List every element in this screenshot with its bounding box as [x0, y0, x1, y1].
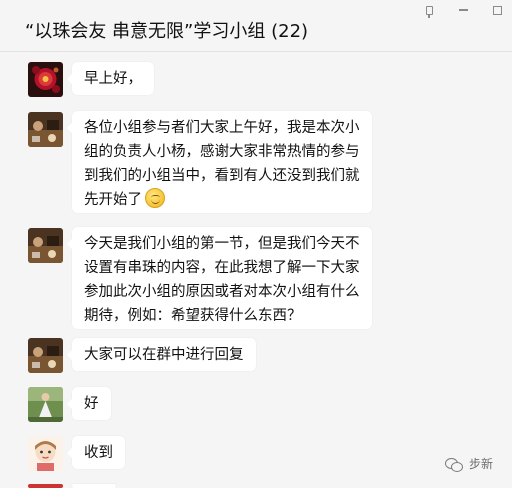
wechat-icon — [445, 457, 463, 472]
message-text: 先开始了 — [84, 192, 142, 208]
message-text: 大家可以在群中进行回复 — [84, 347, 244, 363]
message-text: 今天是我们小组的第一节，但是我们今天不 — [84, 236, 360, 252]
window-header: “以珠会友 串意无限”学习小组 (22) — [0, 0, 512, 52]
message-text: 到我们的小组当中，看到有人还没到我们就 — [84, 168, 360, 184]
message-text: 期待，例如：希望获得什么东西？ — [84, 308, 302, 324]
watermark: 步新 — [445, 455, 493, 472]
maximize-icon[interactable] — [490, 3, 504, 17]
message-text: 收到 — [84, 445, 113, 461]
message-text-last-line: 先开始了 — [84, 188, 360, 212]
watermark-text: 步新 — [469, 457, 494, 471]
pin-icon[interactable] — [422, 3, 436, 18]
message-text: 早上好， — [84, 71, 142, 87]
message-bubble[interactable]: 各位小组参与者们大家上午好，我是本次小 组的负责人小杨，感谢大家非常热情的参与 … — [67, 111, 372, 213]
message-text: 参加此次小组的原因或者对本次小组有什么 — [84, 284, 360, 300]
minimize-icon[interactable] — [456, 3, 470, 17]
brown-table-avatar[interactable] — [28, 228, 63, 263]
message-bubble[interactable]: 早上好， — [67, 62, 154, 95]
cartoon-girl-avatar[interactable] — [28, 436, 63, 471]
brown-table-avatar[interactable] — [28, 338, 63, 373]
message-bubble[interactable]: 今天是我们小组的第一节，但是我们今天不 设置有串珠的内容，在此我想了解一下大家 … — [67, 227, 372, 329]
message-text: 好 — [84, 396, 99, 412]
chat-title: “以珠会友 串意无限”学习小组 (22) — [25, 21, 309, 42]
brown-table-avatar[interactable] — [28, 112, 63, 147]
chat-area[interactable]: 早上好， 各位小组参与者们大家上午好，我是本次小 组的负责人小杨，感谢大家非常热… — [0, 52, 512, 488]
red-flower-avatar[interactable] — [28, 62, 63, 97]
message-text: 设置有串珠的内容，在此我想了解一下大家 — [84, 260, 360, 276]
partial-avatar[interactable] — [28, 484, 63, 488]
green-dress-avatar[interactable] — [28, 387, 63, 422]
message-bubble[interactable]: 收到 — [67, 436, 125, 469]
message-text: 组的负责人小杨，感谢大家非常热情的参与 — [84, 144, 360, 160]
partial-bubble[interactable] — [72, 484, 116, 488]
smile-emoji-icon — [145, 188, 165, 208]
message-bubble[interactable]: 大家可以在群中进行回复 — [67, 338, 256, 371]
message-bubble[interactable]: 好 — [67, 387, 111, 420]
message-text: 各位小组参与者们大家上午好，我是本次小 — [84, 120, 360, 136]
